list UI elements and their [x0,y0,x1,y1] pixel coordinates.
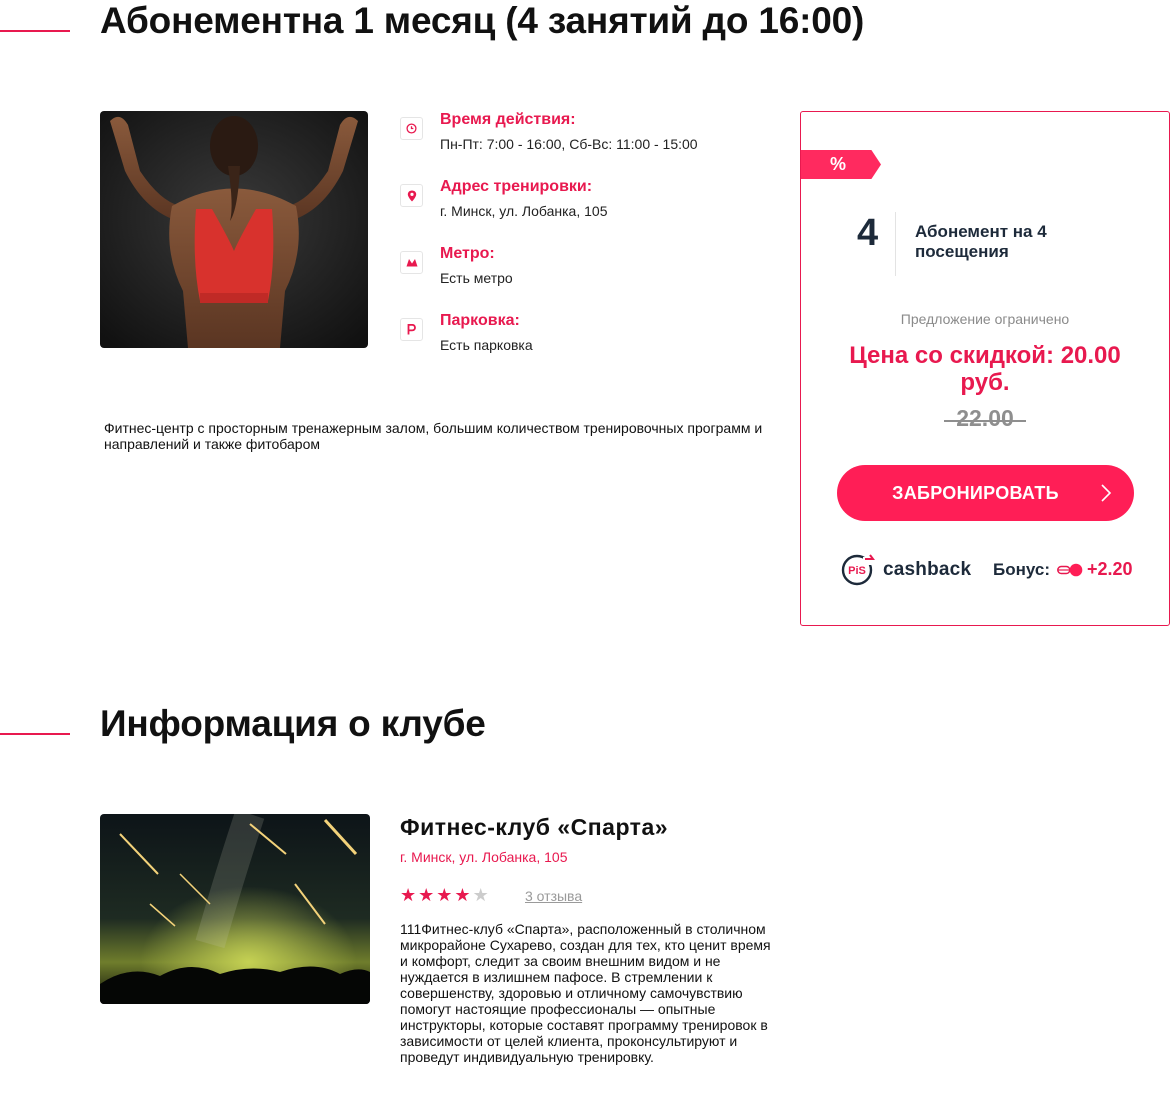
detail-metro: Метро: Есть метро [400,245,780,295]
detail-label: Время действия: [440,111,576,128]
metro-icon [400,251,423,274]
offer-card: % 4 Абонемент на 4 посещения Предложение… [800,111,1170,626]
club-address: г. Минск, ул. Лобанка, 105 [400,849,568,865]
accent-line [0,30,70,32]
detail-label: Адрес тренировки: [440,178,593,195]
old-price-wrap: 22.00 [801,405,1169,432]
detail-label: Парковка: [440,312,520,329]
book-button[interactable]: ЗАБРОНИРОВАТЬ [837,465,1134,521]
offer-title: Абонементна 1 месяц (4 занятий до 16:00) [100,0,865,41]
star-icon: ★ [454,885,471,905]
detail-value: Пн-Пт: 7:00 - 16:00, Сб-Вс: 11:00 - 15:0… [440,136,698,152]
bonus-label: Бонус: [993,560,1051,579]
offer-photo [100,111,368,348]
club-name: Фитнес-клуб «Спарта» [400,814,669,840]
detail-label: Метро: [440,245,495,262]
detail-value: Есть парковка [440,337,533,353]
detail-address: Адрес тренировки: г. Минск, ул. Лобанка,… [400,178,780,228]
star-icon: ★ [400,885,417,905]
coins-icon [1057,563,1083,577]
detail-time: Время действия: Пн-Пт: 7:00 - 16:00, Сб-… [400,111,780,161]
cashback-word: cashback [883,559,972,580]
parking-icon [400,318,423,341]
old-price: 22.00 [944,405,1026,432]
limited-offer-note: Предложение ограничено [900,311,1070,327]
location-pin-icon [400,184,423,207]
club-section-title: Информация о клубе [100,703,486,744]
rating-stars: ★ ★ ★ ★ ★ [400,884,489,906]
discount-badge: % [801,150,881,179]
star-icon: ★ [436,885,453,905]
visits-label: Абонемент на 4 посещения [915,222,1047,261]
chevron-right-icon [1101,484,1112,502]
club-description: 111Фитнес-клуб «Спарта», расположенный в… [400,921,771,1065]
pis-cashback-icon: PiS [841,554,877,586]
accent-line [0,733,70,735]
clock-icon [400,117,423,140]
detail-parking: Парковка: Есть парковка [400,312,780,362]
discount-price: Цена со скидкой: 20.00 руб. [849,342,1121,396]
star-icon: ★ [472,885,489,905]
detail-value: Есть метро [440,270,513,286]
divider [895,212,896,276]
reviews-link[interactable]: 3 отзыва [525,888,582,904]
club-photo [100,814,370,1004]
visits-count: 4 [857,212,879,254]
book-button-label: ЗАБРОНИРОВАТЬ [892,482,1059,503]
offer-description: Фитнес-центр с просторным тренажерным за… [104,420,763,452]
cashback-logo: PiS cashback [839,553,971,587]
star-icon: ★ [418,885,435,905]
cashback-logo-text: PiS [848,565,866,577]
detail-value: г. Минск, ул. Лобанка, 105 [440,203,608,219]
bonus-value: +2.20 [1087,559,1133,579]
